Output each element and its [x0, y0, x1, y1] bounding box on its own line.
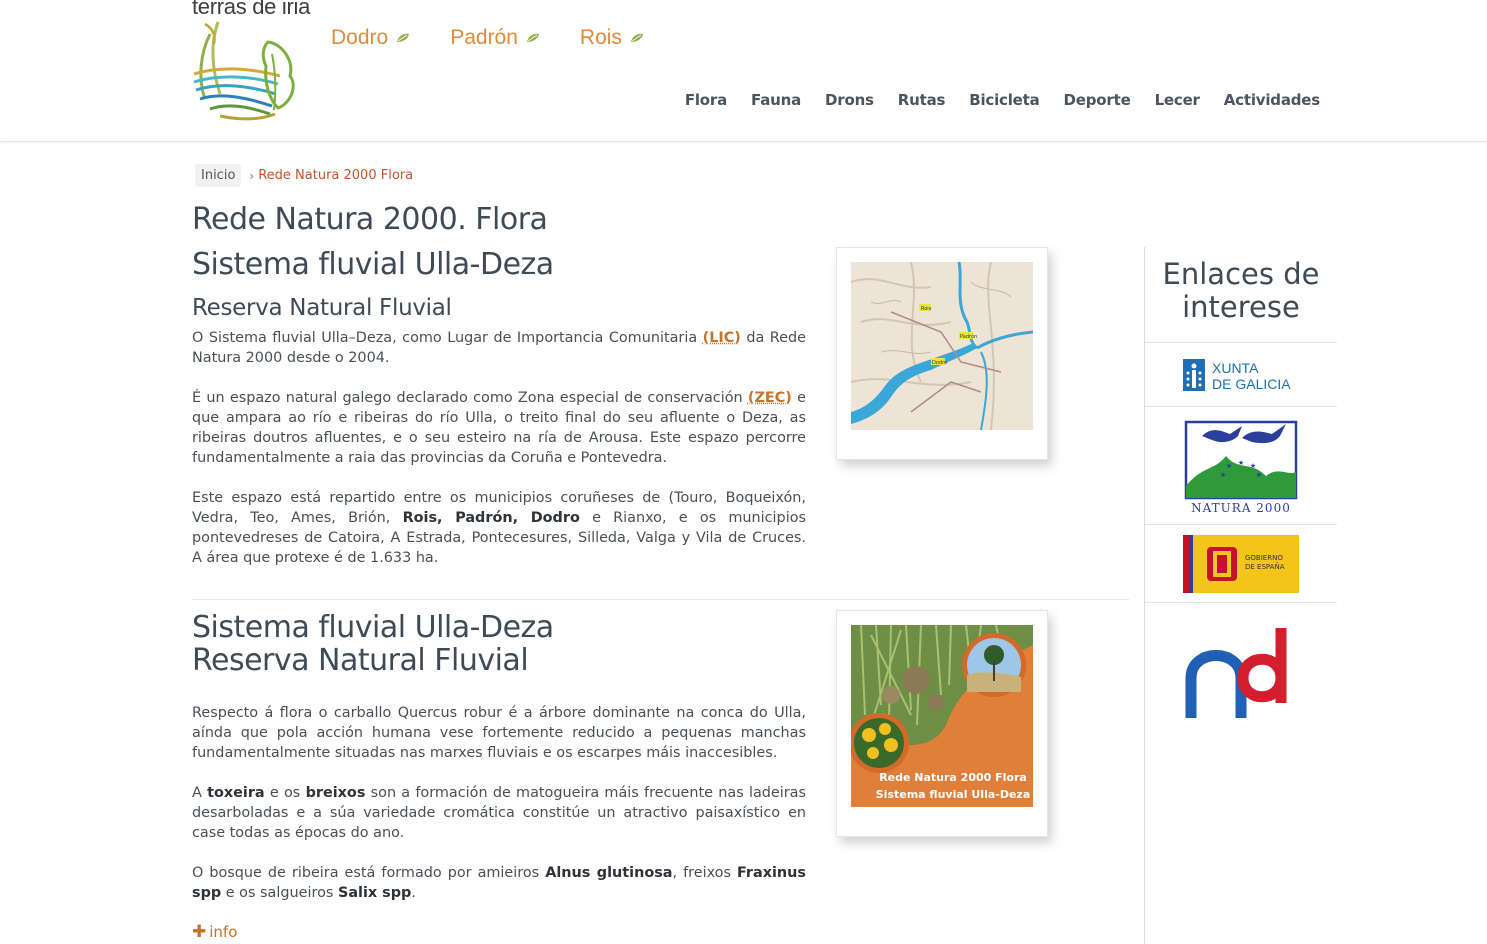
- map-label: Dodro: [932, 360, 947, 366]
- breadcrumb: Inicio › Rede Natura 2000 Flora: [195, 164, 413, 187]
- more-info-link[interactable]: ✚ info: [192, 923, 237, 941]
- paragraph-flora: Respecto á flora o carballo Quercus robu…: [192, 705, 806, 761]
- section-divider: [192, 599, 1129, 600]
- xunta-galicia-logo: XUNTA DE GALICIA: [1183, 358, 1291, 392]
- lic-link[interactable]: (LIC): [703, 330, 741, 346]
- svg-text:★: ★: [1256, 471, 1262, 479]
- paragraph-text: O bosque de ribeira está formado por ami…: [192, 865, 546, 881]
- gobierno-espana-logo: GOBIERNO DE ESPAÑA: [1183, 534, 1299, 593]
- natura-label: NATURA 2000: [1191, 501, 1291, 515]
- breadcrumb-separator: ›: [249, 168, 255, 183]
- town-link-label: Dodro: [331, 26, 389, 49]
- town-link-dodro[interactable]: Dodro: [331, 26, 410, 50]
- paragraph-text: e os salgueiros: [221, 885, 338, 901]
- terras-de-iria-logo[interactable]: [190, 14, 302, 122]
- nav-item-deporte[interactable]: Deporte: [1064, 91, 1131, 109]
- paragraph-municipios: Este espazo está repartido entre os muni…: [192, 488, 806, 568]
- xunta-galicia-link[interactable]: XUNTA DE GALICIA: [1145, 343, 1337, 407]
- nav-item-rutas[interactable]: Rutas: [898, 91, 946, 109]
- leaf-icon: [526, 33, 539, 42]
- section2-heading-line2: Reserva Natural Fluvial: [192, 643, 529, 678]
- paragraph-text: .: [411, 885, 416, 901]
- town-links: Dodro Padrón Rois: [331, 26, 644, 50]
- nav-item-actividades[interactable]: Actividades: [1224, 91, 1320, 109]
- bold-salix: Salix spp: [337, 885, 412, 901]
- paragraph-text: O Sistema fluvial Ulla–Deza, como Lugar …: [192, 330, 703, 346]
- town-link-rois[interactable]: Rois: [580, 26, 644, 50]
- sidebar-title-line1: Enlaces de: [1162, 257, 1320, 291]
- poster-image-frame[interactable]: Rede Natura 2000 Flora Sistema fluvial U…: [836, 610, 1048, 837]
- bold-breixos: breixos: [305, 785, 366, 801]
- svg-text:★: ★: [1220, 471, 1226, 479]
- galicia-text: DE GALICIA: [1212, 376, 1291, 392]
- poster-title-line1: Rede Natura 2000 Flora: [879, 771, 1027, 784]
- leaf-icon: [397, 33, 410, 42]
- section2-heading-line1: Sistema fluvial Ulla-Deza: [192, 610, 554, 645]
- paragraph-zec: É un espazo natural galego declarado com…: [192, 388, 806, 468]
- sidebar-title-line2: interese: [1182, 290, 1300, 324]
- nav-item-bicicleta[interactable]: Bicicleta: [969, 91, 1040, 109]
- xunta-text: XUNTA: [1212, 360, 1259, 376]
- natura-2000-logo: ★ ★ ★ ★ ★ NATURA 2000: [1184, 420, 1298, 515]
- paragraph-text: A: [192, 785, 208, 801]
- zec-link[interactable]: (ZEC): [748, 390, 792, 406]
- section-subheading: Reserva Natural Fluvial: [192, 295, 452, 321]
- paragraph-text: e os: [264, 785, 306, 801]
- site-header: terras de iria Dodro Padrón Rois Flora F…: [0, 0, 1487, 142]
- plus-icon: ✚: [192, 921, 207, 942]
- nav-item-drons[interactable]: Drons: [825, 91, 874, 109]
- svg-text:★: ★: [1226, 462, 1232, 470]
- rd-link[interactable]: [1145, 603, 1337, 743]
- gobierno-espana-link[interactable]: GOBIERNO DE ESPAÑA: [1145, 525, 1337, 603]
- bold-municipios: Rois, Padrón, Dodro: [402, 510, 580, 526]
- town-link-padron[interactable]: Padrón: [450, 26, 540, 50]
- svg-text:★: ★: [1250, 462, 1256, 470]
- rd-logo: [1185, 628, 1287, 718]
- breadcrumb-current: Rede Natura 2000 Flora: [258, 168, 414, 183]
- leaf-icon: [630, 33, 643, 42]
- map-image-frame[interactable]: Rois Padrón Dodro: [836, 247, 1048, 460]
- nav-item-fauna[interactable]: Fauna: [751, 91, 801, 109]
- section2-heading: Sistema fluvial Ulla-Deza Reserva Natura…: [192, 611, 554, 677]
- breadcrumb-home[interactable]: Inicio: [195, 164, 242, 187]
- svg-text:★: ★: [1238, 459, 1244, 467]
- paragraph-text: , freixos: [672, 865, 737, 881]
- nav-item-flora[interactable]: Flora: [685, 91, 727, 109]
- sidebar-title: Enlaces de interese: [1145, 247, 1337, 343]
- town-link-label: Padrón: [450, 26, 518, 49]
- paragraph-matogueira: A toxeira e os breixos son a formación d…: [192, 783, 806, 843]
- paragraph-lic: O Sistema fluvial Ulla–Deza, como Lugar …: [192, 328, 806, 368]
- bold-alnus: Alnus glutinosa: [545, 865, 673, 881]
- gobierno-text: GOBIERNO: [1245, 554, 1283, 562]
- river-map-image: Rois Padrón Dodro: [851, 262, 1033, 430]
- section-heading: Sistema fluvial Ulla-Deza: [192, 247, 554, 282]
- more-info-label: info: [209, 923, 238, 941]
- map-label: Padrón: [960, 333, 977, 340]
- sidebar: Enlaces de interese XUNTA DE GALICIA ★ ★…: [1144, 247, 1337, 944]
- paragraph-text: É un espazo natural galego declarado com…: [192, 390, 748, 406]
- nav-item-lecer[interactable]: Lecer: [1155, 91, 1200, 109]
- espana-text: DE ESPAÑA: [1245, 562, 1285, 571]
- paragraph-ribeira: O bosque de ribeira está formado por ami…: [192, 863, 806, 903]
- page-title: Rede Natura 2000. Flora: [192, 202, 548, 237]
- town-link-label: Rois: [579, 26, 622, 49]
- natura-2000-link[interactable]: ★ ★ ★ ★ ★ NATURA 2000: [1145, 407, 1337, 525]
- main-nav: Flora Fauna Drons Rutas Bicicleta Deport…: [685, 91, 1320, 109]
- bold-toxeira: toxeira: [207, 785, 265, 801]
- poster-title-line2: Sistema fluvial Ulla-Deza: [876, 788, 1031, 801]
- flora-poster-image: Rede Natura 2000 Flora Sistema fluvial U…: [851, 625, 1033, 807]
- map-label: Rois: [921, 306, 932, 312]
